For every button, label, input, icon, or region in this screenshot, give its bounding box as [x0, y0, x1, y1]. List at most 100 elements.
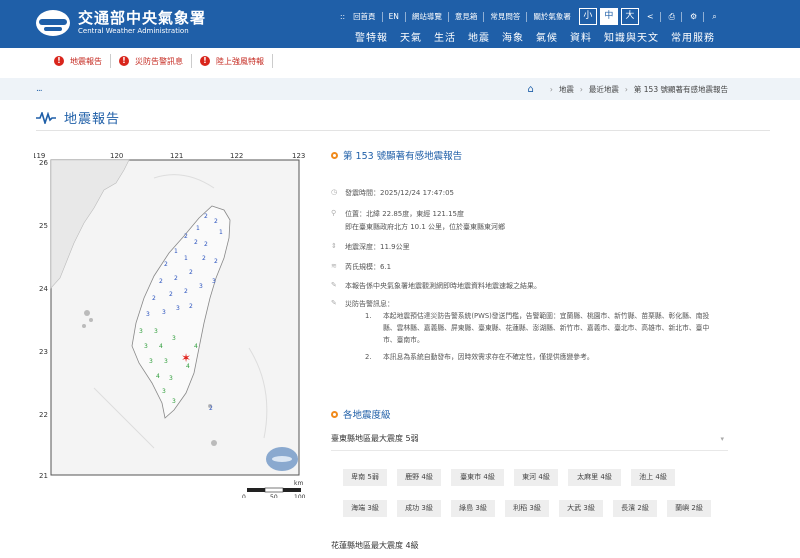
alert-label: 災防告警訊息: [135, 56, 183, 66]
svg-text:2: 2: [214, 258, 218, 265]
svg-text:3: 3: [146, 311, 150, 318]
lat-label: 21: [39, 472, 48, 480]
svg-text:4: 4: [194, 343, 198, 350]
svg-text:2: 2: [164, 261, 168, 268]
print-icon[interactable]: ⎙: [669, 12, 675, 22]
alert-label: 地震報告: [70, 56, 102, 66]
svg-text:2: 2: [194, 239, 198, 246]
pencil-icon: ✎: [331, 299, 337, 307]
station-intensity-chip: 鹿野 4級: [397, 469, 441, 486]
nav-life[interactable]: 生活: [434, 29, 456, 44]
toplink-feedback[interactable]: 意見箱: [455, 11, 478, 22]
alert-icon: !: [119, 56, 129, 66]
site-header: 交通部中央氣象署 Central Weather Administration …: [0, 0, 800, 48]
share-icon[interactable]: <: [647, 12, 654, 21]
station-intensity-chip: 東河 4級: [514, 469, 558, 486]
scale-label: 0: [242, 494, 246, 498]
region-hualien-toggle[interactable]: 花蓮縣地區最大震度 4級: [331, 540, 728, 558]
svg-text:3: 3: [172, 335, 176, 342]
station-intensity-chip: 大武 3級: [559, 500, 603, 517]
svg-text:2: 2: [189, 269, 193, 276]
toplink-home[interactable]: 回首頁: [353, 11, 376, 22]
quake-position-detail: 即在臺東縣政府北方 10.1 公里，位於臺東縣東河鄉: [345, 222, 505, 232]
quake-magnitude-text: 芮氏規模：6.1: [345, 263, 392, 271]
alert-earthquake-report[interactable]: ! 地震報告: [54, 56, 102, 67]
settings-icon[interactable]: ⚙: [690, 12, 697, 21]
report-note: ✎ 本報告係中央氣象署地震觀測網即時地震資料地震速報之結果。: [331, 281, 541, 291]
pws-note-number: 2.: [365, 353, 372, 361]
intensity-title-text: 各地震度級: [343, 410, 391, 421]
depth-icon: ⇕: [331, 242, 337, 250]
nav-services[interactable]: 常用服務: [671, 29, 715, 44]
svg-text:3: 3: [212, 278, 216, 285]
svg-text:3: 3: [154, 328, 158, 335]
svg-text:2: 2: [204, 241, 208, 248]
font-size-medium-button[interactable]: 中: [599, 8, 618, 25]
search-icon[interactable]: ⌕: [712, 12, 716, 22]
site-title-cn: 交通部中央氣象署: [78, 9, 207, 27]
alert-pws-message[interactable]: ! 災防告警訊息: [119, 56, 183, 67]
nav-knowledge[interactable]: 知識與天文: [604, 29, 659, 44]
nav-earthquake[interactable]: 地震: [468, 29, 490, 44]
font-size-large-button[interactable]: 大: [620, 8, 639, 25]
site-logo[interactable]: 交通部中央氣象署 Central Weather Administration: [36, 10, 206, 36]
svg-text:2: 2: [204, 213, 208, 220]
svg-text:2: 2: [214, 218, 218, 225]
nav-climate[interactable]: 氣候: [536, 29, 558, 44]
svg-text:3: 3: [144, 343, 148, 350]
alert-label: 陸上強風特報: [216, 56, 264, 66]
nav-marine[interactable]: 海象: [502, 29, 524, 44]
position-line2: 即在臺東縣政府北方 10.1 公里，位於臺東縣東河鄉: [345, 223, 506, 231]
chevron-right-icon: ›: [579, 85, 583, 94]
page-title: 地震報告: [36, 108, 120, 127]
intensity-map[interactable]: 2211 2221 2122 2222 2233 3323 2 3334 333…: [32, 148, 314, 501]
nav-warnings[interactable]: 警特報: [355, 29, 388, 44]
toplink-en[interactable]: EN: [389, 12, 399, 21]
breadcrumb-current: 第 153 號顯著有感地震報告: [633, 85, 728, 94]
svg-text:2: 2: [202, 255, 206, 262]
lat-label: 22: [39, 411, 48, 419]
region-taitung-label: 臺東縣地區最大震度 5弱: [331, 434, 419, 443]
quake-position: ⚲ 位置：北緯 22.85度，東經 121.15度: [331, 209, 464, 219]
station-intensity-chip: 成功 3級: [397, 500, 441, 517]
cwa-logo-icon: [36, 10, 70, 36]
pws-label: ✎ 災防告警訊息：: [331, 299, 394, 309]
station-intensity-chip: 卑南 5弱: [343, 469, 387, 486]
toplink-faq[interactable]: 常見問答: [490, 11, 520, 22]
bullet-icon: [331, 410, 338, 418]
lat-label: 24: [39, 285, 48, 293]
scale-label: 50: [270, 494, 278, 498]
lon-label: 123: [292, 152, 305, 160]
intensity-section-title: 各地震度級: [331, 407, 731, 421]
toplink-about[interactable]: 關於氣象署: [533, 11, 571, 22]
quake-time: ◷ 發震時間：2025/12/24 17:47:05: [331, 188, 454, 198]
epicenter-icon: ✶: [181, 351, 191, 365]
pws-notes: 1. 本起地震預估達災防告警系統(PWS)發送門檻，告警範圍：宜蘭縣、桃園市、新…: [365, 310, 715, 368]
region-taitung-toggle[interactable]: 臺東縣地區最大震度 5弱 ▾: [331, 433, 728, 451]
svg-text:3: 3: [162, 309, 166, 316]
svg-text:3: 3: [164, 358, 168, 365]
report-title: 第 153 號顯著有感地震報告: [331, 148, 731, 162]
nav-weather[interactable]: 天氣: [400, 29, 422, 44]
svg-text:2: 2: [184, 288, 188, 295]
svg-text:2: 2: [184, 233, 188, 240]
menu-dots-icon[interactable]: ::: [340, 12, 345, 21]
lat-label: 23: [39, 348, 48, 356]
alert-wind-warning[interactable]: ! 陸上強風特報: [200, 56, 264, 67]
report-title-text: 第 153 號顯著有感地震報告: [343, 151, 463, 162]
bullet-icon: [331, 151, 338, 159]
breadcrumb-recent[interactable]: 最近地震: [589, 84, 619, 95]
position-line1: 位置：北緯 22.85度，東經 121.15度: [345, 210, 464, 218]
breadcrumb-earthquake[interactable]: 地震: [559, 84, 574, 95]
submenu-toggle[interactable]: ...: [36, 84, 43, 94]
font-size-small-button[interactable]: 小: [578, 8, 597, 25]
nav-data[interactable]: 資料: [570, 29, 592, 44]
home-icon[interactable]: ⌂: [528, 84, 534, 95]
toplink-sitemap[interactable]: 網站導覽: [412, 11, 442, 22]
svg-text:3: 3: [172, 398, 176, 405]
svg-text:3: 3: [149, 358, 153, 365]
svg-text:1: 1: [219, 229, 223, 236]
svg-text:2: 2: [189, 303, 193, 310]
clock-icon: ◷: [331, 188, 338, 196]
svg-text:4: 4: [159, 343, 163, 350]
